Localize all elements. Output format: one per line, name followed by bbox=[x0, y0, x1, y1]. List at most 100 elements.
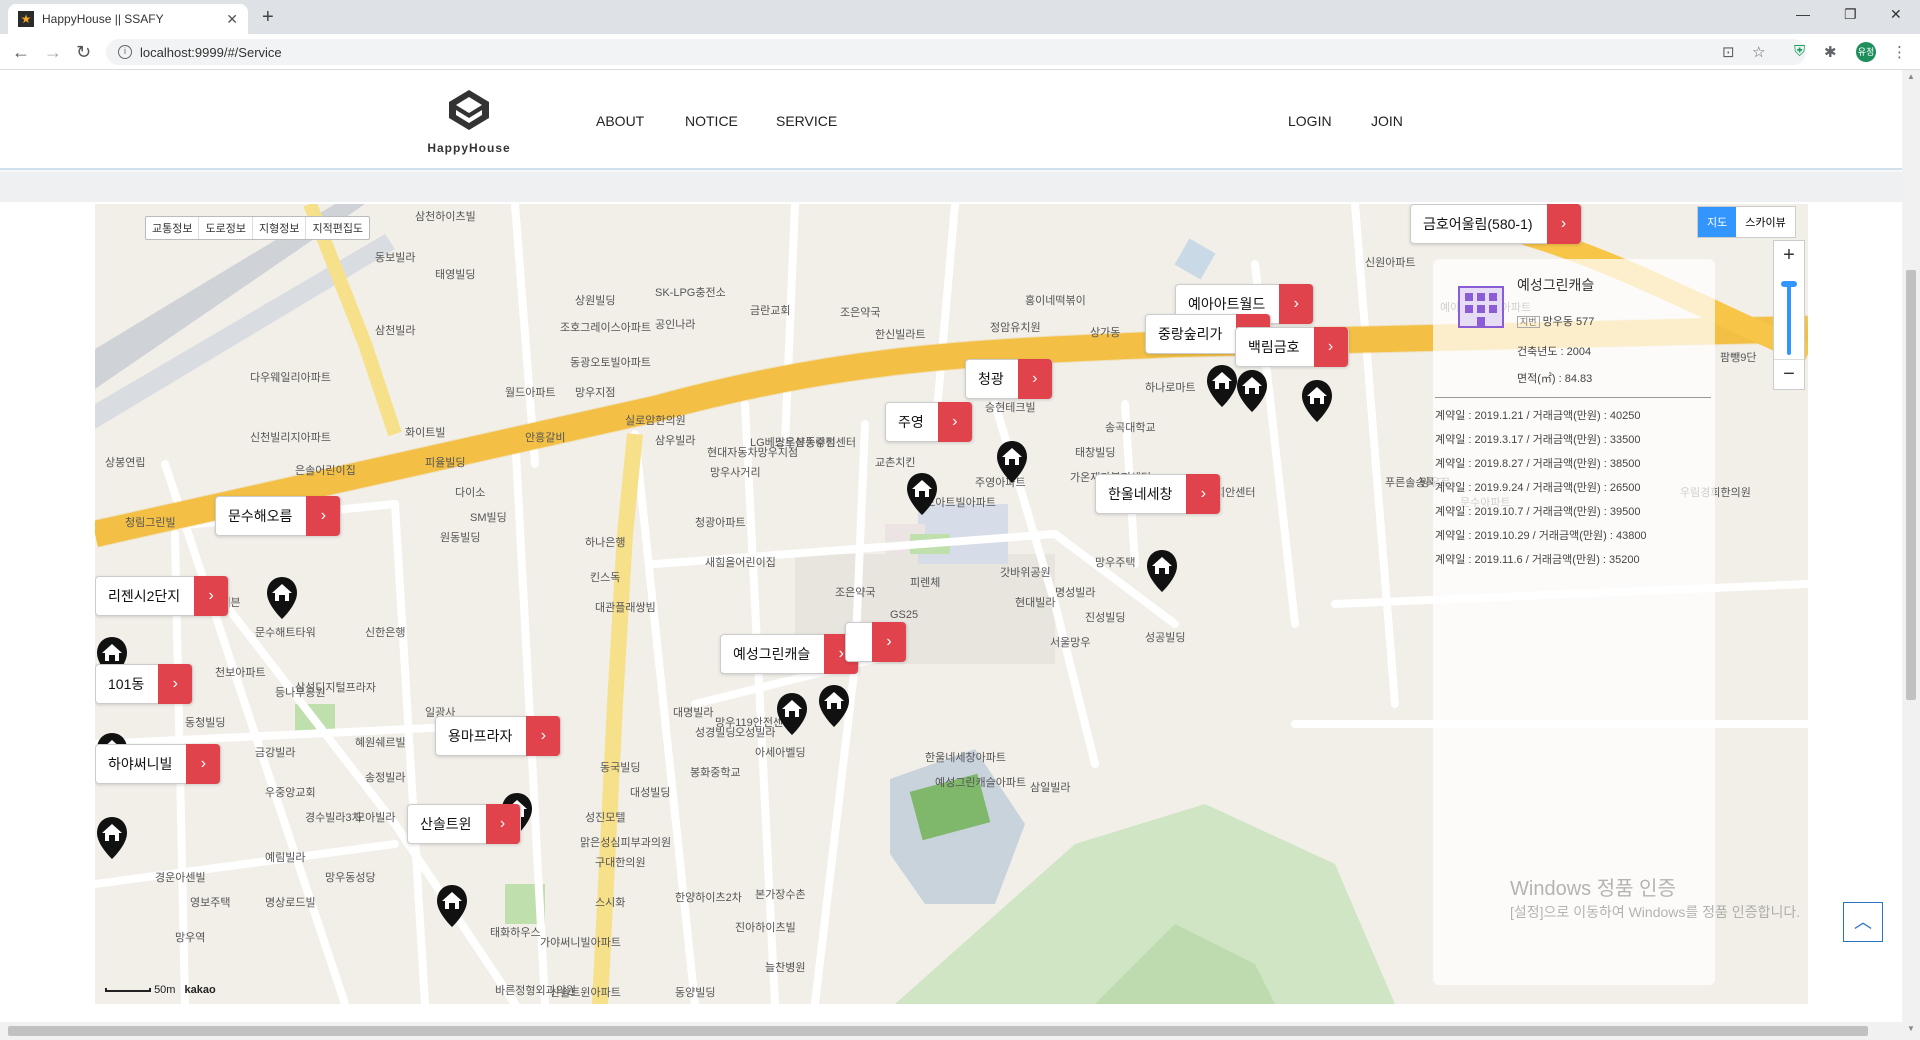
nav-login[interactable]: LOGIN bbox=[1288, 113, 1332, 129]
translate-icon[interactable]: ⊡ bbox=[1722, 43, 1735, 61]
maximize-button[interactable]: ❐ bbox=[1844, 6, 1857, 23]
traffic-toggle[interactable]: 교통정보 bbox=[146, 217, 200, 239]
forward-icon[interactable]: → bbox=[44, 42, 62, 63]
apt-infowindow[interactable]: 주영 › bbox=[885, 402, 973, 442]
house-pin-icon[interactable] bbox=[1235, 369, 1269, 413]
apt-detail-arrow-button[interactable]: › bbox=[1279, 284, 1314, 324]
browser-tab[interactable]: ★ HappyHouse || SSAFY ✕ bbox=[8, 4, 248, 34]
house-pin-icon[interactable] bbox=[775, 692, 809, 736]
house-pin-icon[interactable] bbox=[435, 884, 469, 928]
house-pin-icon[interactable] bbox=[265, 576, 299, 620]
apt-address: 지번 망우동 577 bbox=[1517, 313, 1594, 329]
map-place-label: 다우웨일리아파트 bbox=[250, 372, 331, 384]
apt-infowindow[interactable]: 예성그린캐슬 › bbox=[720, 634, 860, 674]
house-pin-icon[interactable] bbox=[1205, 364, 1239, 408]
scale-value: 50m bbox=[154, 984, 176, 996]
apt-detail-arrow-button[interactable]: › bbox=[1186, 474, 1221, 514]
site-header: HappyHouse ABOUT NOTICE SERVICE LOGIN JO… bbox=[0, 70, 1902, 170]
map-place-label: 본가장수촌 bbox=[755, 889, 806, 901]
apt-infowindow[interactable]: 백림금호 › bbox=[1235, 327, 1349, 367]
zoom-in-button[interactable]: + bbox=[1774, 241, 1804, 271]
new-tab-button[interactable]: + bbox=[262, 6, 274, 29]
map-place-label: 봉화중학교 bbox=[690, 767, 741, 779]
site-info-icon[interactable]: i bbox=[118, 45, 132, 59]
map-place-label: 한신빌라트 bbox=[875, 329, 926, 341]
house-pin-icon[interactable] bbox=[1145, 549, 1179, 593]
vertical-scroll-thumb[interactable] bbox=[1906, 270, 1916, 700]
nav-join[interactable]: JOIN bbox=[1371, 113, 1403, 129]
bookmark-star-icon[interactable]: ☆ bbox=[1752, 43, 1765, 61]
apt-detail-arrow-button[interactable]: › bbox=[194, 576, 229, 616]
road-toggle[interactable]: 도로정보 bbox=[199, 217, 253, 239]
zoom-out-button[interactable]: − bbox=[1774, 359, 1804, 389]
house-pin-icon[interactable] bbox=[905, 472, 939, 516]
apt-name: 예성그린캐슬 bbox=[1517, 277, 1595, 293]
reload-icon[interactable]: ↻ bbox=[76, 42, 91, 63]
nav-about[interactable]: ABOUT bbox=[596, 113, 644, 129]
horizontal-scroll-thumb[interactable] bbox=[8, 1026, 1868, 1036]
apt-infowindow[interactable]: 한울네세창 › bbox=[1095, 474, 1222, 514]
zoom-track[interactable] bbox=[1787, 285, 1791, 355]
apt-infowindow[interactable]: 산솔트윈 › bbox=[407, 804, 521, 844]
apt-detail-arrow-button[interactable]: › bbox=[1017, 359, 1052, 399]
extensions-puzzle-icon[interactable]: ✱ bbox=[1824, 43, 1837, 61]
tab-close-icon[interactable]: ✕ bbox=[226, 11, 238, 28]
apt-infowindow[interactable]: 청광 › bbox=[965, 359, 1053, 399]
deal-row: 계약일 : 2019.9.24 / 거래금액(만원) : 26500 bbox=[1435, 482, 1641, 494]
zoom-slider-handle[interactable] bbox=[1781, 281, 1797, 287]
map-place-label: 공인나라 bbox=[655, 319, 696, 331]
apt-infowindow[interactable]: › bbox=[845, 622, 907, 662]
map-place-label: 청광아파트 bbox=[695, 517, 746, 529]
apt-infowindow[interactable]: 금호어울림(580-1) › bbox=[1410, 204, 1582, 244]
apt-detail-arrow-button[interactable]: › bbox=[1313, 327, 1348, 367]
apt-detail-arrow-button[interactable]: › bbox=[158, 664, 193, 704]
map-place-label: 명성빌라 bbox=[1055, 587, 1096, 599]
apt-detail-arrow-button[interactable]: › bbox=[937, 402, 972, 442]
map-place-label: 지안센터 bbox=[1215, 487, 1256, 499]
scroll-down-arrow[interactable]: ▼ bbox=[1907, 1024, 1915, 1033]
house-pin-icon[interactable] bbox=[95, 816, 129, 860]
apt-infowindow[interactable]: 용마프라자 › bbox=[435, 716, 562, 756]
apt-detail-arrow-button[interactable]: › bbox=[526, 716, 561, 756]
back-icon[interactable]: ← bbox=[12, 42, 30, 63]
logo-mark-icon bbox=[449, 90, 489, 130]
apt-infowindow[interactable]: 문수해오름 › bbox=[215, 496, 342, 536]
scroll-up-arrow[interactable]: ▲ bbox=[1907, 72, 1915, 81]
minimize-button[interactable]: — bbox=[1796, 6, 1810, 22]
vertical-scrollbar[interactable]: ▲ ▼ bbox=[1902, 70, 1920, 1040]
map-place-label: 삼우빌라 bbox=[655, 435, 696, 447]
kakao-map[interactable]: 삼천하이츠빌 동보빌라 태영빌딩 삼천빌라 다우웨일리아파트 화이트빌 상봉연립 신천빌리지아… bbox=[95, 204, 1808, 1004]
map-place-label: 삼천빌라 bbox=[375, 325, 416, 337]
shield-extension-icon[interactable]: ⛨ bbox=[1794, 43, 1805, 60]
map-type-roadmap[interactable]: 지도 bbox=[1698, 207, 1737, 237]
map-place-label: 조은약국 bbox=[840, 307, 881, 319]
nav-service[interactable]: SERVICE bbox=[776, 113, 837, 129]
house-pin-icon[interactable] bbox=[1300, 379, 1334, 423]
map-place-label: 하나은행 bbox=[585, 537, 626, 549]
house-pin-icon[interactable] bbox=[995, 440, 1029, 484]
apt-infowindow[interactable]: 리젠시2단지 › bbox=[95, 576, 230, 616]
house-pin-icon[interactable] bbox=[817, 684, 851, 728]
map-type-skyview[interactable]: 스카이뷰 bbox=[1736, 207, 1794, 237]
horizontal-scrollbar[interactable] bbox=[0, 1022, 1902, 1040]
apt-detail-arrow-button[interactable]: › bbox=[485, 804, 520, 844]
apt-detail-arrow-button[interactable]: › bbox=[872, 622, 906, 662]
url-text: localhost:9999/#/Service bbox=[140, 44, 282, 60]
nav-notice[interactable]: NOTICE bbox=[685, 113, 738, 129]
window-close-button[interactable]: ✕ bbox=[1890, 6, 1902, 23]
apt-infowindow[interactable]: 하야써니빌 › bbox=[95, 744, 222, 784]
terrain-toggle[interactable]: 지형정보 bbox=[253, 217, 307, 239]
cadastral-toggle[interactable]: 지적편집도 bbox=[306, 217, 369, 239]
site-logo[interactable]: HappyHouse bbox=[414, 88, 524, 155]
apt-detail-arrow-button[interactable]: › bbox=[306, 496, 341, 536]
profile-avatar[interactable]: 유정 bbox=[1856, 42, 1876, 62]
browser-menu-icon[interactable]: ⋮ bbox=[1892, 43, 1907, 61]
apt-infowindow[interactable]: 101동 › bbox=[95, 664, 194, 704]
map-place-label: 송곡대학교 bbox=[1105, 422, 1156, 434]
url-field[interactable]: i localhost:9999/#/Service bbox=[106, 39, 1806, 65]
apt-detail-arrow-button[interactable]: › bbox=[186, 744, 221, 784]
scroll-to-top-button[interactable]: ︿ bbox=[1843, 902, 1883, 942]
map-place-label: 금란교회 bbox=[750, 305, 791, 317]
apt-detail-arrow-button[interactable]: › bbox=[1546, 204, 1581, 244]
apt-infowindow-label: 백림금호 bbox=[1248, 339, 1300, 355]
